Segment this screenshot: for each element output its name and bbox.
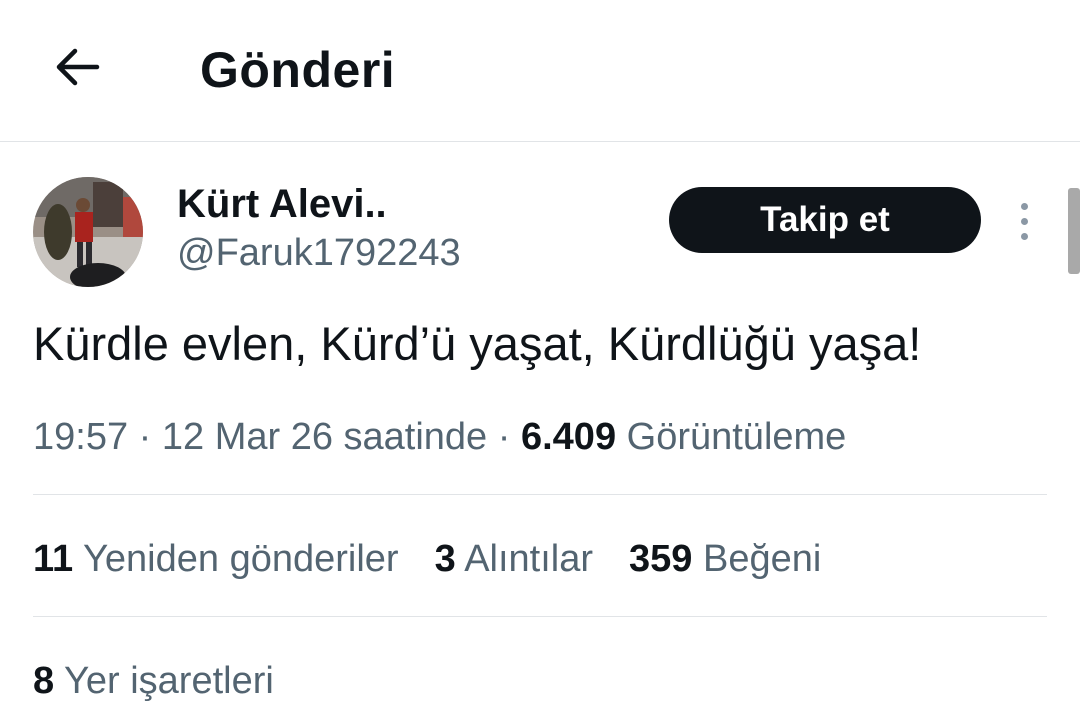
tweet-date[interactable]: 12 Mar 26 saatinde xyxy=(162,416,487,458)
quotes-count: 3 xyxy=(434,538,456,580)
avatar-photo xyxy=(33,177,143,287)
likes-count: 359 xyxy=(629,538,693,580)
more-vertical-icon-dot xyxy=(1020,217,1028,225)
likes-stat[interactable]: 359 Beğeni xyxy=(629,536,821,582)
follow-button[interactable]: Takip et xyxy=(669,187,981,253)
tweet-meta: 19:57 · 12 Mar 26 saatinde · 6.409 Görün… xyxy=(33,414,846,460)
tweet-time[interactable]: 19:57 xyxy=(33,416,128,458)
more-options-button[interactable] xyxy=(1004,196,1044,246)
bookmarks-stat[interactable]: 8 Yer işaretleri xyxy=(33,658,274,704)
retweets-count: 11 xyxy=(33,538,74,580)
tweet-text: Kürdle evlen, Kürd’ü yaşat, Kürdlüğü yaş… xyxy=(33,317,922,370)
engagement-stats: 11 Yeniden gönderiler 3 Alıntılar 359 Be… xyxy=(33,536,857,582)
page-title: Gönderi xyxy=(200,42,396,98)
author-name[interactable]: Kürt Alevi.. xyxy=(177,180,387,228)
bookmarks-row: 8 Yer işaretleri xyxy=(33,658,310,704)
scrollbar[interactable] xyxy=(1068,188,1080,274)
back-button[interactable] xyxy=(44,34,110,100)
meta-separator: · xyxy=(497,416,511,458)
arrow-left-icon xyxy=(56,48,100,86)
author-handle[interactable]: @Faruk1792243 xyxy=(177,230,461,276)
divider xyxy=(33,616,1047,617)
meta-separator: · xyxy=(138,416,152,458)
likes-label: Beğeni xyxy=(702,538,822,580)
divider xyxy=(33,494,1047,495)
avatar[interactable] xyxy=(33,177,143,287)
views-count: 6.409 xyxy=(520,416,617,458)
more-vertical-icon xyxy=(1020,202,1028,210)
top-bar: Gönderi xyxy=(0,0,1080,142)
views-label: Görüntüleme xyxy=(626,416,847,458)
bookmarks-label: Yer işaretleri xyxy=(64,660,274,702)
retweets-stat[interactable]: 11 Yeniden gönderiler xyxy=(33,536,399,582)
retweets-label: Yeniden gönderiler xyxy=(83,538,399,580)
bookmarks-count: 8 xyxy=(33,660,55,702)
quotes-stat[interactable]: 3 Alıntılar xyxy=(435,536,593,582)
quotes-label: Alıntılar xyxy=(464,538,594,580)
more-vertical-icon-dot xyxy=(1020,232,1028,240)
